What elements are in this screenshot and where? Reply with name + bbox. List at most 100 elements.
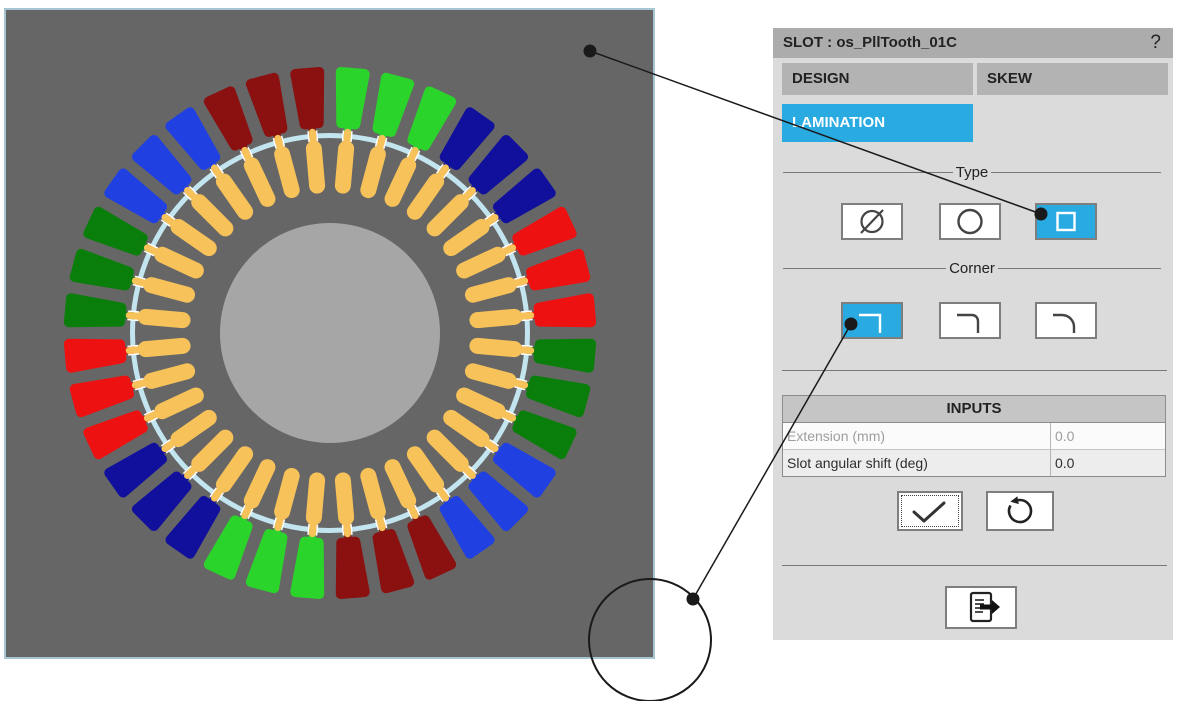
slot-group xyxy=(75,254,198,308)
outer-slot-stem xyxy=(504,412,523,426)
outer-slot-stem xyxy=(523,346,542,355)
slot-group xyxy=(69,333,192,367)
slot-group xyxy=(109,403,222,492)
coil-slot-neck xyxy=(512,277,529,288)
outer-winding-slot xyxy=(170,112,219,168)
subtab-lamination[interactable]: LAMINATION xyxy=(782,104,973,142)
coil-slot-neck xyxy=(436,163,451,180)
coil-slot-neck xyxy=(461,186,477,202)
slot-opening-tick xyxy=(407,147,421,161)
slot-group xyxy=(452,381,572,454)
outer-winding-slot xyxy=(209,91,252,147)
slot-opening-tick xyxy=(436,164,451,179)
coil-slot-body xyxy=(359,145,388,200)
outer-winding-slot xyxy=(495,444,551,493)
corner-small-fillet-button[interactable] xyxy=(939,302,1001,339)
slot-opening-tick xyxy=(127,345,139,356)
outer-winding-slot xyxy=(408,91,451,147)
shaft-circle xyxy=(220,223,440,443)
coil-slot-body xyxy=(423,191,472,240)
coil-slot-neck xyxy=(376,134,387,151)
circular-slot-icon xyxy=(941,205,999,238)
outer-slot-stem xyxy=(178,468,196,486)
help-icon[interactable]: ? xyxy=(1150,28,1161,58)
outer-slot-stem xyxy=(409,507,423,526)
coil-slot-body xyxy=(167,216,220,260)
coil-slot-neck xyxy=(512,379,529,390)
bore-ring xyxy=(133,136,528,531)
slot-type-square-button[interactable] xyxy=(1035,203,1097,240)
outer-winding-slot xyxy=(408,518,451,574)
outer-slot-stem xyxy=(438,157,454,176)
outer-winding-slot xyxy=(470,140,523,193)
apply-button[interactable] xyxy=(897,491,963,531)
coil-slot-body xyxy=(241,457,278,512)
outer-winding-slot xyxy=(530,254,585,290)
inputs-table: INPUTS Extension (mm) 0.0 Slot angular s… xyxy=(782,395,1166,477)
slot-opening-tick xyxy=(484,439,499,454)
coil-slot-body xyxy=(334,472,355,526)
slot-group xyxy=(209,455,282,575)
extension-label: Extension (mm) xyxy=(783,423,1051,449)
slot-angular-shift-value-field[interactable]: 0.0 xyxy=(1051,450,1165,476)
coil-slot-neck xyxy=(436,486,451,503)
slot-opening-tick xyxy=(407,505,421,519)
slot-opening-tick xyxy=(502,243,516,257)
outer-slot-stem xyxy=(343,122,352,141)
coil-slot-body xyxy=(382,155,419,210)
outer-slot-stem xyxy=(377,519,388,538)
outer-winding-slot xyxy=(75,376,130,412)
outer-slot-stem xyxy=(377,127,388,146)
coil-slot-neck xyxy=(274,134,285,151)
outer-slot-stem xyxy=(308,526,317,545)
coil-slot-neck xyxy=(343,521,351,538)
outer-winding-slot xyxy=(515,411,571,454)
slot-opening-tick xyxy=(342,130,353,142)
slot-type-circular-button[interactable] xyxy=(939,203,1001,240)
coil-slot-neck xyxy=(518,346,535,354)
coil-slot-neck xyxy=(125,312,142,320)
coil-slot-body xyxy=(167,407,220,451)
slot-opening-tick xyxy=(521,345,533,356)
export-button[interactable] xyxy=(945,586,1017,629)
slot-opening-tick xyxy=(144,410,158,424)
outer-slot-stem xyxy=(487,441,506,457)
outer-winding-slot xyxy=(295,72,323,125)
corner-sharp-button[interactable] xyxy=(841,302,903,339)
coil-slot-body xyxy=(463,275,518,304)
slot-group xyxy=(75,358,198,412)
outer-winding-slot xyxy=(209,518,252,574)
slot-opening-tick xyxy=(342,524,353,536)
slot-opening-tick xyxy=(183,186,198,201)
slot-opening-tick xyxy=(209,487,224,502)
coil-slot-body xyxy=(463,362,518,391)
outer-winding-slot xyxy=(75,254,130,290)
outer-slot-stem xyxy=(237,139,251,158)
slot-group xyxy=(400,112,489,225)
slot-group xyxy=(109,173,222,262)
reset-button[interactable] xyxy=(986,491,1054,531)
coil-slot-body xyxy=(241,155,278,210)
coil-slot-body xyxy=(423,426,472,475)
coil-slot-neck xyxy=(240,146,253,163)
coil-slot-body xyxy=(305,140,326,194)
outer-winding-slot xyxy=(441,112,490,168)
coil-slot-neck xyxy=(483,439,500,454)
corner-round-fillet-button[interactable] xyxy=(1035,302,1097,339)
coil-slot-neck xyxy=(461,464,477,480)
tab-design[interactable]: DESIGN xyxy=(782,63,973,95)
slot-opening-tick xyxy=(521,310,533,321)
stator-lamination-square xyxy=(5,9,654,658)
coil-slot-body xyxy=(359,466,388,521)
slot-opening-tick xyxy=(273,136,286,149)
outer-winding-slot xyxy=(336,72,364,125)
slot-opening-tick xyxy=(502,410,516,424)
slot-opening-tick xyxy=(183,465,198,480)
slot-opening-tick xyxy=(161,212,176,227)
slot-group xyxy=(295,72,329,195)
slot-type-none-button[interactable] xyxy=(841,203,903,240)
slot-group xyxy=(251,465,305,588)
coil-slot-neck xyxy=(160,213,177,228)
coil-slot-body xyxy=(152,385,207,422)
tab-skew[interactable]: SKEW xyxy=(977,63,1168,95)
